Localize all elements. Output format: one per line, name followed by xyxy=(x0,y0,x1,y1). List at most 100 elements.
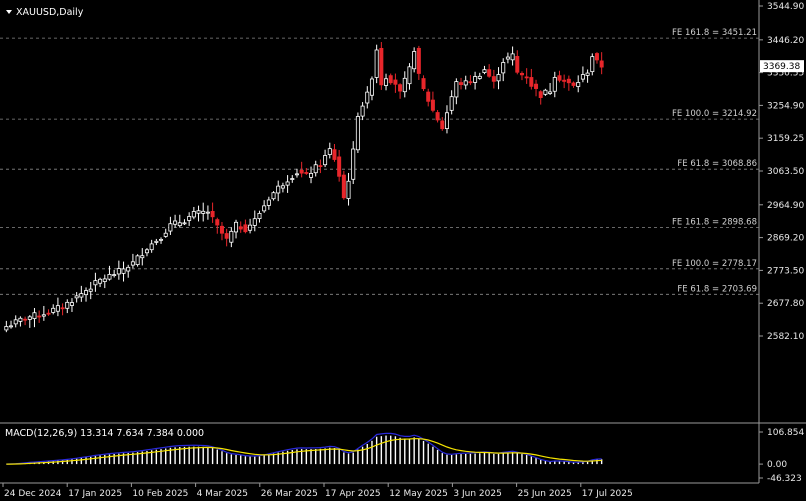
candle xyxy=(51,307,56,313)
candle xyxy=(201,210,206,214)
candle xyxy=(412,51,417,70)
candle xyxy=(309,173,314,178)
candle xyxy=(163,232,168,237)
candle xyxy=(313,164,318,174)
candle xyxy=(463,80,468,86)
candle xyxy=(384,78,389,86)
candle xyxy=(126,266,131,272)
candle xyxy=(398,84,403,92)
candle xyxy=(27,316,32,320)
candle xyxy=(454,81,459,98)
candle xyxy=(590,56,595,73)
candle xyxy=(402,77,407,93)
symbol-title: XAUUSD,Daily xyxy=(16,7,84,18)
candle xyxy=(534,83,539,89)
candle xyxy=(266,199,271,206)
candle xyxy=(379,47,384,86)
candle xyxy=(219,225,224,234)
candle xyxy=(337,156,342,177)
candle xyxy=(576,82,581,87)
candle xyxy=(196,210,201,214)
candle xyxy=(98,278,103,284)
candle xyxy=(491,76,496,82)
candle xyxy=(46,312,51,315)
candle xyxy=(444,112,449,129)
candle xyxy=(229,230,234,243)
date-tick-label: 10 Feb 2025 xyxy=(132,489,188,499)
candle xyxy=(416,47,421,74)
candle xyxy=(154,240,159,243)
candle xyxy=(205,211,210,214)
candle xyxy=(69,302,74,306)
candle xyxy=(571,82,576,86)
fib-level-label: FE 100.0 = 2778.17 xyxy=(672,259,757,269)
candle xyxy=(84,290,89,296)
candle xyxy=(243,224,248,233)
trading-chart[interactable]: FE 161.8 = 3451.21 FE 100.0 = 3214.92 FE 6… xyxy=(0,0,806,501)
candle xyxy=(41,314,46,317)
candle xyxy=(440,120,445,130)
macd-tick-label: 0.00 xyxy=(767,460,787,470)
candle xyxy=(482,69,487,73)
candle xyxy=(102,278,107,282)
candle xyxy=(505,56,510,60)
candle xyxy=(168,223,173,232)
price-tick-label: 3159.25 xyxy=(767,134,804,144)
candle xyxy=(93,280,98,286)
candle xyxy=(304,172,309,174)
candle xyxy=(351,148,356,180)
candle xyxy=(496,74,501,82)
candle xyxy=(388,75,393,84)
candle xyxy=(65,301,70,309)
macd-title: MACD(12,26,9) 13.314 7.634 7.384 0.000 xyxy=(5,428,204,439)
candle xyxy=(566,78,571,84)
candle xyxy=(262,205,267,212)
candle xyxy=(543,89,548,95)
candle xyxy=(318,165,323,168)
candle xyxy=(285,181,290,186)
candle xyxy=(519,72,524,76)
candle xyxy=(18,317,23,322)
price-tick-label: 3063.50 xyxy=(767,167,804,177)
candle xyxy=(9,325,14,328)
candle xyxy=(369,78,374,96)
candle xyxy=(323,155,328,166)
candle xyxy=(248,224,253,231)
candle xyxy=(224,233,229,239)
date-tick-label: 26 Mar 2025 xyxy=(261,489,318,499)
candle xyxy=(449,96,454,111)
candle xyxy=(32,312,37,319)
candle xyxy=(580,74,585,80)
candle xyxy=(341,174,346,199)
candle xyxy=(135,255,140,266)
fib-level-label: FE 161.8 = 2898.68 xyxy=(672,217,757,227)
candle xyxy=(144,249,149,254)
date-tick-label: 4 Mar 2025 xyxy=(197,489,248,499)
chart-header[interactable]: XAUUSD,Daily xyxy=(6,7,84,18)
price-tick-label: 2582.10 xyxy=(767,332,804,342)
fib-level-label: FE 161.8 = 3451.21 xyxy=(672,28,757,38)
price-tick-label: 2869.20 xyxy=(767,234,804,244)
candle xyxy=(60,307,65,310)
price-tick-label: 2964.90 xyxy=(767,201,804,211)
candle xyxy=(215,219,220,226)
candle xyxy=(112,274,117,277)
candle xyxy=(23,318,28,321)
candle xyxy=(374,49,379,78)
current-price-badge: 3369.38 xyxy=(760,60,804,72)
candle xyxy=(327,148,332,155)
candle xyxy=(173,220,178,225)
candle xyxy=(477,75,482,79)
fib-level-label: FE 61.8 = 3068.86 xyxy=(677,159,757,169)
candle xyxy=(365,91,370,104)
candle xyxy=(515,56,520,73)
candle xyxy=(252,218,257,226)
fib-level-label: FE 61.8 = 2703.69 xyxy=(677,284,757,294)
candle xyxy=(430,99,435,111)
candle xyxy=(524,76,529,79)
candle xyxy=(276,185,281,194)
candle xyxy=(594,53,599,61)
candle xyxy=(116,268,121,275)
candle xyxy=(426,91,431,102)
candle xyxy=(557,75,562,81)
